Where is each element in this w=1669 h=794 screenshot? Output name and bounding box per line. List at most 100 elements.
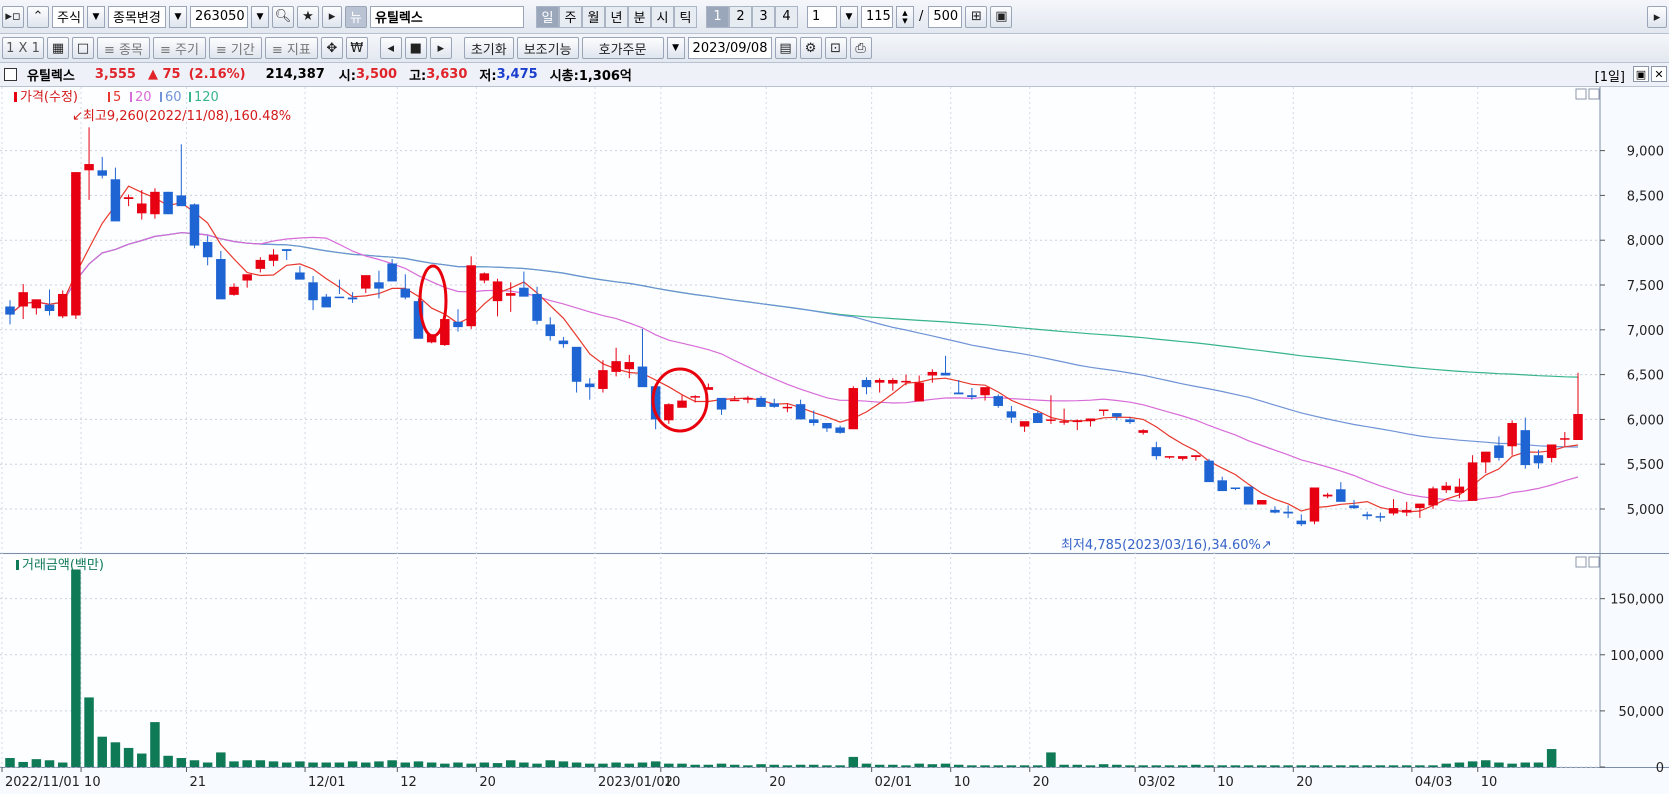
volume-bar [690,764,700,767]
currency-icon[interactable]: ₩ [345,37,368,59]
print-icon[interactable]: ⎙ [849,37,872,59]
code-dropdown-icon[interactable]: ▼ [251,5,269,28]
x-tick-label: 12/01 [308,775,345,790]
scroll-right-icon[interactable]: ▸ [1647,6,1667,28]
candle-body [888,379,898,384]
market-dropdown-icon[interactable]: ▼ [87,5,105,28]
change-stock-dropdown-icon[interactable]: ▼ [169,5,187,28]
price-tick-label: 5,000 [1627,503,1664,518]
interval-dropdown-icon[interactable]: ▼ [840,5,858,28]
tab-num-4[interactable]: 4 [775,5,798,28]
volume-bar [953,764,964,767]
volume-bar [1481,760,1491,767]
candle-body [163,191,173,215]
tab-num-3[interactable]: 3 [752,5,775,28]
panel-maximize-icon [1575,88,1587,100]
candle-body [545,324,555,337]
move-cross-icon[interactable]: ✥ [320,37,343,59]
stop-icon[interactable]: ■ [404,37,427,59]
favorite-star-icon[interactable]: ★ [297,5,319,28]
volume-bar [1388,765,1399,767]
volume-bar [1164,765,1175,767]
item-menu-button[interactable]: ≡ 종목 [97,37,150,59]
collapse-up-icon[interactable]: ⌃ [27,5,49,28]
candle-body [1507,422,1517,447]
news-button[interactable]: 뉴 [345,5,367,28]
volume-bar [57,762,68,767]
indicator-menu-button[interactable]: ≡ 지표 [264,37,318,59]
x-tick-label: 10 [1481,775,1498,790]
volume-bar [571,762,582,767]
count-max-input[interactable]: 500 [928,5,963,28]
aux-function-button[interactable]: 보조기능 [516,37,579,59]
maximize-icon[interactable]: ▣ [1633,66,1649,82]
settings-gear-icon[interactable]: ⚙ [799,37,822,59]
candle-body [1375,516,1386,518]
tab-num-2[interactable]: 2 [729,5,752,28]
candle-body [1151,447,1162,457]
layout-button[interactable]: 1 X 1 [2,37,44,59]
checkbox-icon[interactable] [4,68,17,81]
candle-body [1415,503,1425,509]
change-stock-select[interactable]: 종목변경 [108,5,166,28]
tab-day[interactable]: 일 [536,5,559,28]
tab-minute[interactable]: 분 [628,5,651,28]
single-layout-icon[interactable]: □ [72,37,94,59]
volume-bar [123,747,134,767]
candle-body [1270,509,1280,513]
volume-bar [1151,765,1162,767]
volume-tick-label: 100,000 [1610,649,1664,664]
tab-week[interactable]: 주 [559,5,582,28]
screenshot-icon[interactable]: ⊡ [824,37,847,59]
count-spinner-icon[interactable]: ▲ ▼ [896,5,914,28]
calendar-icon[interactable]: ▤ [774,37,797,59]
x-tick-label: 10 [954,775,971,790]
volume-bar [18,761,28,767]
tab-month[interactable]: 월 [582,5,605,28]
grid-layout-icon[interactable]: ▦ [47,37,69,59]
x-tick-label: 10 [84,775,101,790]
candle-body [137,203,147,214]
count-input[interactable]: 115 [861,5,893,28]
ma-legend-marker [108,92,110,102]
ma-legend-5: 5 [113,90,121,105]
x-tick-label: 10 [664,775,681,790]
interval-input[interactable]: 1 [807,5,837,28]
close-icon[interactable]: ✕ [1651,66,1667,82]
candle-body [308,282,318,301]
cycle-menu-button[interactable]: ≡ 주기 [152,37,206,59]
price-tick-label: 7,500 [1627,279,1664,294]
stock-code-input[interactable]: 263050 [190,5,248,28]
stock-chart[interactable]: 5,000 5,500 6,000 6,500 7,000 7,500 8,000 8,500… [0,87,1669,794]
candle-body [1191,455,1201,458]
save-icon[interactable]: ▣ [990,5,1013,28]
search-icon[interactable]: 🔍︎ [272,5,294,28]
x-tick-label: 03/02 [1138,775,1175,790]
next-arrow-icon[interactable]: ▸ [322,5,342,28]
order-dropdown-icon[interactable]: ▼ [666,37,685,59]
price-tick-label: 6,000 [1627,413,1664,428]
candle-body [571,346,582,382]
tab-year[interactable]: 년 [605,5,628,28]
candle-body [361,275,371,289]
candle-body [1072,420,1083,423]
candle-body [1006,411,1017,418]
candle-body [1204,460,1214,483]
play-icon[interactable]: ▸ [429,37,452,59]
reset-button[interactable]: 초기화 [463,37,514,59]
x-tick-label: 04/03 [1415,775,1452,790]
period-menu-button[interactable]: ≡ 기간 [208,37,262,59]
market-select[interactable]: 주식 [52,5,84,28]
order-button[interactable]: 호가주문 [581,37,664,59]
tab-num-1[interactable]: 1 [706,5,729,28]
new-window-icon[interactable]: ⊞ [965,5,988,28]
prev-icon[interactable]: ◂ [379,37,402,59]
candle-body [1546,444,1557,458]
volume-bar [716,763,727,767]
tab-hour[interactable]: 시 [651,5,674,28]
tab-tick[interactable]: 틱 [674,5,697,28]
info-high: 3,630 [426,67,468,82]
candle-body [690,396,700,398]
panel-toggle-button[interactable]: ▸▫ [2,5,24,28]
date-input[interactable]: 2023/09/08 [687,37,772,59]
